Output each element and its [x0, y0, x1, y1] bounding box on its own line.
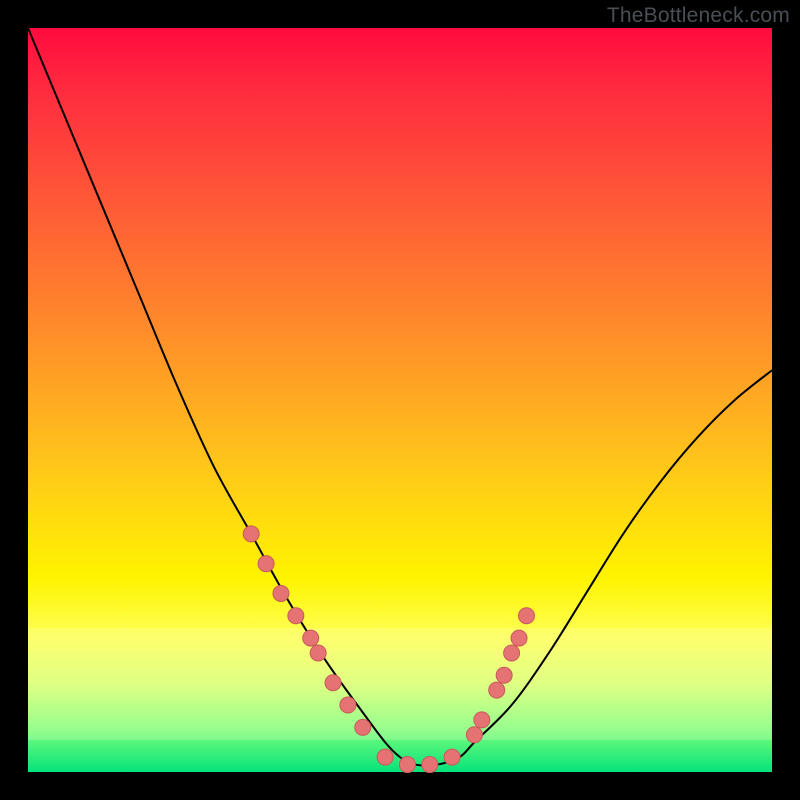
data-point-marker [511, 630, 527, 646]
data-point-marker [273, 585, 289, 601]
marker-group [243, 526, 534, 773]
data-point-marker [355, 719, 371, 735]
attribution-text: TheBottleneck.com [607, 4, 790, 28]
data-point-marker [303, 630, 319, 646]
bottleneck-curve-path [28, 28, 772, 765]
chart-frame: TheBottleneck.com [0, 0, 800, 800]
chart-svg [28, 28, 772, 772]
plot-area [28, 28, 772, 772]
data-point-marker [504, 645, 520, 661]
data-point-marker [474, 712, 490, 728]
data-point-marker [243, 526, 259, 542]
data-point-marker [340, 697, 356, 713]
data-point-marker [325, 675, 341, 691]
data-point-marker [518, 608, 534, 624]
data-point-marker [422, 757, 438, 773]
data-point-marker [377, 749, 393, 765]
data-point-marker [310, 645, 326, 661]
data-point-marker [444, 749, 460, 765]
data-point-marker [496, 667, 512, 683]
data-point-marker [288, 608, 304, 624]
data-point-marker [489, 682, 505, 698]
data-point-marker [399, 757, 415, 773]
data-point-marker [258, 556, 274, 572]
data-point-marker [466, 727, 482, 743]
